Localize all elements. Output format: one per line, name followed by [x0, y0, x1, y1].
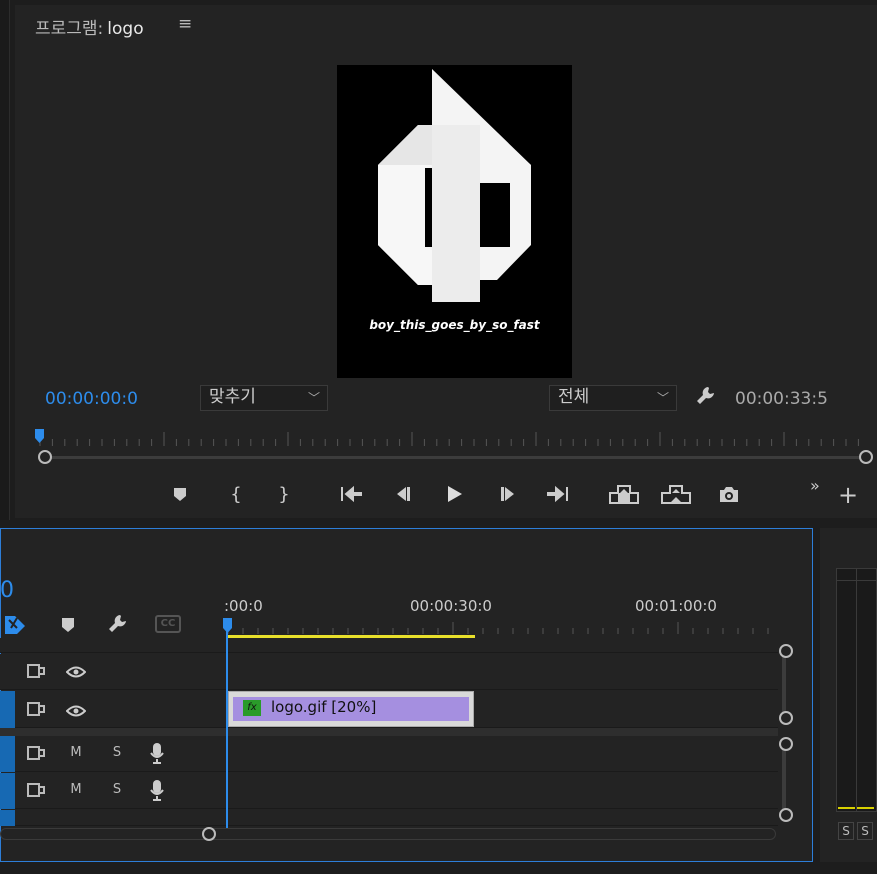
mark-out-button[interactable]: }	[271, 482, 297, 506]
monitor-zoom-scrollbar[interactable]	[40, 456, 870, 459]
meter-solo-right[interactable]: S	[857, 822, 873, 840]
zoom-fit-dropdown[interactable]: 맞추기 ﹀	[200, 385, 328, 411]
eye-icon[interactable]	[65, 664, 87, 683]
solo-button[interactable]: S	[110, 782, 124, 797]
audio-meter	[836, 568, 877, 812]
microphone-icon[interactable]	[149, 779, 165, 805]
monitor-time-ruler[interactable]	[37, 430, 867, 448]
playback-resolution-dropdown[interactable]: 전체 ﹀	[549, 385, 677, 411]
clip-name: logo.gif [20%]	[271, 698, 377, 716]
current-timecode[interactable]: 00:00:00:0	[45, 389, 138, 409]
panel-menu-icon[interactable]: ≡	[178, 14, 192, 34]
chevron-down-icon: ﹀	[656, 391, 669, 405]
timeline-playhead[interactable]	[222, 617, 234, 635]
track-row-v2	[0, 654, 778, 690]
go-to-in-button[interactable]	[338, 482, 364, 506]
h-scroll-handle[interactable]	[202, 827, 216, 841]
sync-lock-icon[interactable]	[26, 744, 46, 766]
button-editor-add-icon[interactable]: +	[838, 483, 858, 507]
program-monitor-title[interactable]: 프로그램: logo	[35, 14, 144, 39]
meter-solo-left[interactable]: S	[838, 822, 854, 840]
zoom-handle-left[interactable]	[38, 450, 52, 464]
a1-target-tab[interactable]	[0, 736, 15, 772]
play-button[interactable]	[441, 482, 467, 506]
premiere-window: 프로그램: logo ≡ boy_this_goes_by_so_fast 00:…	[0, 0, 877, 874]
ruler-label-0: :00:0	[224, 597, 263, 615]
captions-icon[interactable]: CC	[155, 615, 181, 633]
video-clip[interactable]: fx logo.gif [20%]	[228, 691, 474, 727]
fx-badge[interactable]: fx	[243, 700, 261, 716]
a-scroll-handle-top[interactable]	[779, 737, 793, 751]
v1-target-tab[interactable]	[0, 691, 15, 728]
sync-lock-icon[interactable]	[26, 662, 46, 684]
video-audio-divider[interactable]	[0, 728, 778, 736]
export-frame-button[interactable]	[716, 482, 742, 506]
sequence-name: logo	[107, 19, 144, 39]
ruler-label-30s: 00:00:30:0	[410, 597, 492, 615]
timeline-settings-wrench-icon[interactable]	[106, 612, 130, 640]
a2-target-tab[interactable]	[0, 773, 15, 809]
clip-body: fx logo.gif [20%]	[233, 697, 469, 721]
timeline-timecode[interactable]: 0	[0, 578, 14, 603]
microphone-icon[interactable]	[149, 742, 165, 768]
vertical-scrollbar[interactable]	[777, 640, 793, 830]
panel-title-prefix: 프로그램:	[35, 19, 104, 39]
timeline-playhead-line[interactable]	[226, 628, 228, 828]
extract-button[interactable]	[660, 482, 692, 506]
v-scroll-handle-bottom[interactable]	[779, 711, 793, 725]
duration-timecode: 00:00:33:5	[735, 389, 828, 409]
solo-button[interactable]: S	[110, 745, 124, 760]
a3-target-tab[interactable]	[0, 810, 15, 826]
a-scroll-handle-bottom[interactable]	[779, 808, 793, 822]
sync-lock-icon[interactable]	[26, 781, 46, 803]
zoom-fit-value: 맞추기	[209, 387, 256, 407]
add-marker-button[interactable]	[167, 482, 193, 506]
monitor-playhead[interactable]	[34, 428, 46, 444]
video-caption-text: boy_this_goes_by_so_fast	[369, 318, 540, 332]
add-marker-icon[interactable]	[60, 616, 76, 638]
v-scroll-handle-top[interactable]	[779, 644, 793, 658]
left-gutter	[0, 0, 10, 520]
mark-in-button[interactable]: {	[223, 482, 249, 506]
step-forward-button[interactable]	[495, 482, 521, 506]
step-back-button[interactable]	[390, 482, 416, 506]
track-row-partial	[0, 638, 778, 653]
work-area-bar[interactable]	[228, 635, 475, 638]
horizontal-scrollbar[interactable]	[0, 826, 777, 842]
lift-button[interactable]	[608, 482, 640, 506]
mute-button[interactable]: M	[69, 745, 83, 760]
ruler-label-1m: 00:01:00:0	[635, 597, 717, 615]
go-to-out-button[interactable]	[545, 482, 571, 506]
playback-resolution-value: 전체	[558, 387, 590, 407]
timeline-ruler-ticks[interactable]	[228, 622, 778, 634]
chevron-down-icon: ﹀	[307, 391, 320, 405]
more-controls-icon[interactable]: »	[810, 476, 820, 495]
snap-icon[interactable]	[3, 612, 29, 640]
mute-button[interactable]: M	[69, 782, 83, 797]
sync-lock-icon[interactable]	[26, 700, 46, 722]
track-row-a3	[0, 810, 778, 826]
eye-icon[interactable]	[65, 703, 87, 722]
zoom-handle-right[interactable]	[859, 450, 873, 464]
wrench-icon[interactable]	[694, 384, 718, 412]
